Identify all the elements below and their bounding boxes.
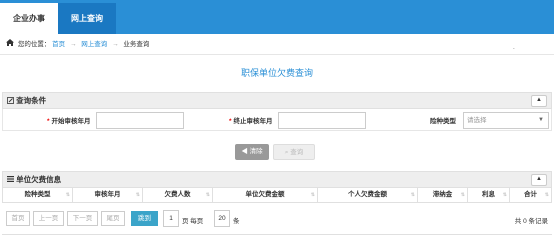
chevron-up-icon: ▲ bbox=[536, 176, 542, 182]
next-page-button[interactable]: 下一页 bbox=[67, 211, 98, 226]
column-header-interest[interactable]: 利息 ⇅ bbox=[468, 188, 510, 202]
sort-icon: ⇅ bbox=[544, 192, 549, 198]
sort-icon: ⇅ bbox=[205, 192, 210, 198]
edit-icon bbox=[7, 96, 16, 105]
chevron-up-icon: ▲ bbox=[536, 97, 542, 103]
breadcrumb: 您的位置： 首页 → 网上查询 → 业务查询 . bbox=[0, 34, 554, 55]
column-header-late-fee[interactable]: 滞纳金 ⇅ bbox=[418, 188, 468, 202]
sort-icon: ⇅ bbox=[460, 192, 465, 198]
start-month-label: * 开始审核年月 bbox=[47, 118, 91, 125]
breadcrumb-current: 业务查询 bbox=[123, 41, 150, 49]
sort-icon: ⇅ bbox=[502, 192, 507, 198]
collapse-grid-button[interactable]: ▲ bbox=[531, 174, 547, 186]
start-month-input[interactable] bbox=[96, 112, 184, 129]
action-buttons: ◀ 清除 ⌕ 查询 bbox=[0, 142, 554, 162]
end-month-input[interactable] bbox=[278, 112, 366, 129]
collapse-query-button[interactable]: ▲ bbox=[531, 95, 547, 107]
page-size-unit-label: 条 bbox=[233, 218, 240, 225]
column-header-personal-arrears[interactable]: 个人欠费金额 ⇅ bbox=[318, 188, 418, 202]
arrears-info-header: 单位欠费信息 ▲ bbox=[2, 171, 552, 188]
clear-button[interactable]: ◀ 清除 bbox=[235, 144, 269, 160]
breadcrumb-separator: → bbox=[112, 41, 119, 49]
page-size-input[interactable]: 20 bbox=[214, 210, 230, 227]
column-header-insurance-type[interactable]: 险种类型 ⇅ bbox=[3, 188, 73, 202]
insurance-type-select[interactable]: 请选择 ▼ bbox=[463, 112, 549, 129]
arrears-info-title: 单位欠费信息 bbox=[16, 175, 62, 184]
search-icon: ⌕ bbox=[284, 149, 289, 156]
column-header-total[interactable]: 合计 ⇅ bbox=[510, 188, 551, 202]
pagination-bar: 首页 上一页 下一页 尾页 跳到 1 页 每页 20 条 共 0 条记录 bbox=[2, 206, 552, 232]
page-title: 职保单位欠费查询 bbox=[240, 68, 313, 78]
tab-enterprise-service[interactable]: 企业办事 bbox=[0, 3, 58, 34]
arrears-table-header: 险种类型 ⇅ 审核年月 ⇅ 欠费人数 ⇅ 单位欠费金额 ⇅ 个人欠费金额 ⇅ 滞纳金 ⇅ 利… bbox=[2, 188, 552, 203]
breadcrumb-query-link[interactable]: 网上查询 bbox=[81, 41, 107, 48]
breadcrumb-prefix: 您的位置： bbox=[17, 41, 51, 49]
sort-icon: ⇅ bbox=[65, 192, 70, 198]
prev-page-button[interactable]: 上一页 bbox=[33, 211, 64, 226]
insurance-type-label: 险种类型 bbox=[430, 118, 456, 125]
breadcrumb-home-link[interactable]: 首页 bbox=[52, 41, 65, 48]
query-button[interactable]: ⌕ 查询 bbox=[273, 144, 315, 160]
sort-icon: ⇅ bbox=[310, 192, 315, 198]
page-number-input[interactable]: 1 bbox=[163, 210, 179, 227]
required-mark: * bbox=[229, 118, 232, 125]
sort-icon: ⇅ bbox=[410, 192, 415, 198]
top-navigation-bar: 企业办事 网上查询 bbox=[0, 0, 554, 34]
arrow-left-icon: ◀ bbox=[241, 148, 248, 155]
end-month-label: * 终止审核年月 bbox=[229, 118, 273, 125]
breadcrumb-separator: → bbox=[69, 41, 77, 49]
query-conditions-header: 查询条件 ▲ bbox=[2, 92, 552, 109]
first-page-button[interactable]: 首页 bbox=[6, 211, 30, 226]
last-page-button[interactable]: 尾页 bbox=[101, 211, 125, 226]
chevron-down-icon: ▼ bbox=[538, 117, 544, 123]
home-icon bbox=[6, 34, 14, 55]
page-unit-label: 页 每页 bbox=[182, 218, 204, 225]
query-form-row: * 开始审核年月 * 终止审核年月 险种类型 请选择 ▼ bbox=[2, 109, 552, 131]
breadcrumb-dot: . bbox=[513, 44, 515, 51]
sort-icon: ⇅ bbox=[135, 192, 140, 198]
goto-page-button[interactable]: 跳到 bbox=[131, 211, 158, 226]
query-conditions-title: 查询条件 bbox=[16, 96, 47, 105]
divider bbox=[2, 234, 552, 235]
required-mark: * bbox=[47, 118, 50, 125]
column-header-audit-month[interactable]: 审核年月 ⇅ bbox=[73, 188, 143, 202]
column-header-unit-arrears[interactable]: 单位欠费金额 ⇅ bbox=[213, 188, 318, 202]
list-icon bbox=[7, 175, 16, 184]
column-header-arrears-count[interactable]: 欠费人数 ⇅ bbox=[143, 188, 213, 202]
tab-online-query[interactable]: 网上查询 bbox=[58, 3, 116, 34]
total-records: 共 0 条记录 bbox=[514, 218, 548, 225]
